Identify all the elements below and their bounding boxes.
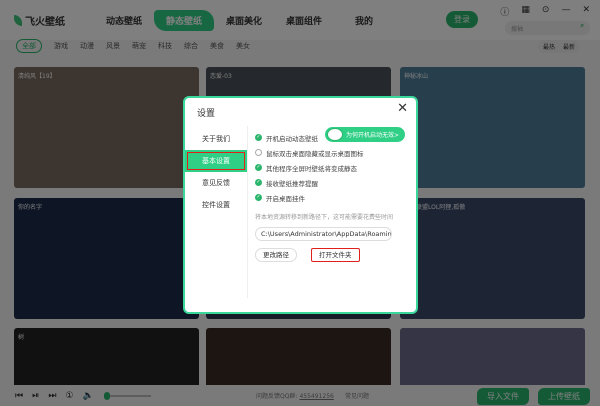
path-field[interactable]: C:\Users\Administrator\AppData\Roaming [255, 227, 392, 241]
tip-label: 为何开机启动无效> [346, 132, 400, 139]
check-icon[interactable]: ✓ [255, 179, 262, 186]
check-icon[interactable]: ✓ [255, 194, 262, 201]
option-label: 开启桌面挂件 [266, 194, 305, 203]
settings-dialog: 设置 ✕ 关于我们 基本设置 意见反馈 控件设置 ✓ 开机启动动态壁纸鼠标双击桌面… [183, 96, 418, 314]
option-label: 接收壁纸推荐提醒 [266, 179, 318, 188]
path-note: 将本地资源转移到新路径下，这可能需要花费些时间 [255, 214, 394, 221]
option-label: 其他程序全屏时壁纸将变成静态 [266, 164, 357, 173]
mascot-icon [327, 128, 343, 141]
dialog-title: 设置 [197, 109, 216, 119]
divider [247, 126, 248, 298]
change-path-button[interactable]: 更改路径 [255, 248, 297, 262]
side-about[interactable]: 关于我们 [185, 128, 247, 150]
settings-sidebar: 关于我们 基本设置 意见反馈 控件设置 [185, 128, 247, 216]
option-checkbox[interactable]: ✓ 接收壁纸推荐提醒 [255, 175, 364, 190]
side-feedback[interactable]: 意见反馈 [185, 172, 247, 194]
close-icon[interactable]: ✕ [397, 101, 408, 116]
check-icon[interactable]: ✓ [255, 134, 262, 141]
check-icon[interactable] [255, 149, 262, 156]
autostart-help-button[interactable]: 为何开机启动无效> [325, 127, 406, 142]
side-widgets[interactable]: 控件设置 [185, 194, 247, 216]
option-label: 开机启动动态壁纸 [266, 134, 318, 143]
option-checkbox[interactable]: ✓ 其他程序全屏时壁纸将变成静态 [255, 160, 364, 175]
check-icon[interactable]: ✓ [255, 164, 262, 171]
side-basic[interactable]: 基本设置 [185, 150, 247, 172]
option-checkbox[interactable]: ✓ 开启桌面挂件 [255, 190, 364, 205]
open-folder-button[interactable]: 打开文件夹 [311, 248, 360, 262]
option-label: 鼠标双击桌面隐藏或显示桌面图标 [266, 149, 364, 158]
option-checkbox[interactable]: 鼠标双击桌面隐藏或显示桌面图标 [255, 145, 364, 160]
